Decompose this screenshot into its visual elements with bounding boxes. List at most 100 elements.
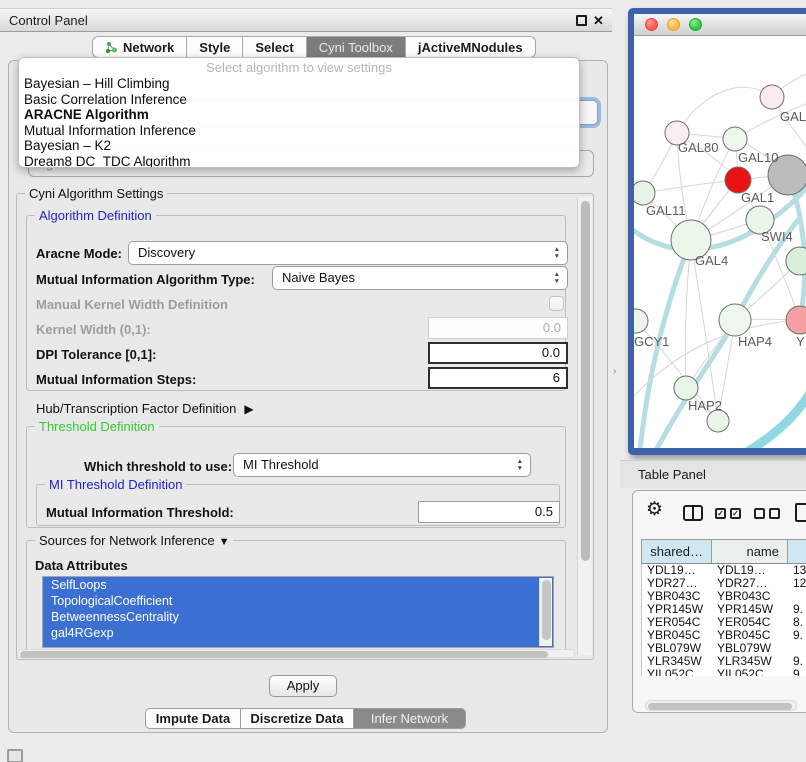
mi-threshold-field[interactable]: 0.5 (418, 501, 560, 523)
table-row[interactable]: YBL079WYBL079W (642, 642, 806, 655)
data-attributes-label: Data Attributes (35, 558, 128, 573)
table-cell: YLR345W (642, 655, 712, 668)
tab-network[interactable]: Network (92, 36, 187, 58)
settings-hscroll-thumb[interactable] (20, 651, 548, 658)
table-row[interactable]: YER054CYER054C8. (642, 616, 806, 629)
table-row[interactable]: YLR345WYLR345W9. (642, 655, 806, 668)
manual-kernel-checkbox[interactable] (549, 296, 564, 311)
minimize-traffic-light[interactable] (667, 18, 680, 31)
tab-discretize-data[interactable]: Discretize Data (241, 708, 354, 729)
apply-button[interactable]: Apply (269, 675, 337, 697)
node-bottom-small[interactable] (707, 410, 729, 432)
mi-type-select[interactable]: Naive Bayes ▲▼ (272, 266, 568, 290)
column-header-shared[interactable]: shared… (642, 540, 712, 563)
algorithm-option-aracne-algorithm[interactable]: ARACNE Algorithm (19, 107, 579, 123)
data-attribute-item[interactable] (43, 641, 553, 648)
close-traffic-light[interactable] (645, 18, 658, 31)
node-gal10[interactable] (723, 127, 747, 151)
collapse-arrow-icon[interactable]: ▼ (219, 536, 230, 548)
tab-cyni-toolbox[interactable]: Cyni Toolbox (307, 36, 406, 58)
which-threshold-select[interactable]: MI Threshold ▲▼ (233, 453, 531, 477)
table-cell (788, 590, 806, 603)
document-icon[interactable] (795, 503, 806, 522)
node-gal-top[interactable] (760, 85, 784, 109)
float-window-icon[interactable] (576, 15, 587, 26)
checked-box-icon[interactable]: ✓ (715, 508, 726, 519)
sources-group-title: Sources for Network Inference▼ (35, 533, 233, 548)
table-cell (788, 642, 806, 655)
table-cell: 12 (788, 577, 806, 590)
tab-impute-data[interactable]: Impute Data (145, 708, 241, 729)
mi-steps-field[interactable]: 6 (428, 367, 568, 389)
algorithm-definition-title: Algorithm Definition (35, 208, 156, 223)
table-header: shared…name (641, 539, 806, 564)
algorithm-option-basic-correlation-inference[interactable]: Basic Correlation Inference (19, 92, 579, 108)
panel-grip-icon[interactable] (7, 749, 23, 762)
bottom-tabs: Impute DataDiscretize DataInfer Network (145, 708, 466, 729)
node-gal11[interactable] (634, 181, 655, 205)
table-row[interactable]: YBR043CYBR043C (642, 590, 806, 603)
kernel-width-field[interactable]: 0.0 (428, 317, 568, 339)
data-attributes-list[interactable]: SelfLoopsTopologicalCoefficientBetweenne… (42, 576, 554, 648)
data-attribute-item[interactable]: gal4RGexp (43, 625, 553, 641)
table-hscroll-thumb[interactable] (648, 703, 792, 710)
kernel-width-label: Kernel Width (0,1): (36, 322, 151, 337)
algorithm-option-dream8-dc-tdc-algorithm[interactable]: Dream8 DC_TDC Algorithm (19, 154, 579, 169)
which-threshold-label: Which threshold to use: (84, 459, 232, 474)
aracne-mode-value: Discovery (138, 245, 195, 260)
zoom-traffic-light[interactable] (689, 18, 702, 31)
gear-icon[interactable]: ⚙ (646, 498, 663, 521)
mi-steps-label: Mutual Information Steps: (36, 372, 196, 387)
tab-select[interactable]: Select (243, 36, 306, 58)
algorithm-option-bayesian-k2[interactable]: Bayesian – K2 (19, 138, 579, 154)
algorithm-option-mutual-information-inference[interactable]: Mutual Information Inference (19, 123, 579, 139)
dpi-tolerance-field[interactable]: 0.0 (428, 342, 568, 364)
column-header-clipped[interactable] (788, 540, 806, 563)
table-row[interactable]: YDL19…YDL19…13 (642, 564, 806, 577)
settings-vertical-scrollbar[interactable] (577, 197, 592, 655)
unchecked-box-icon[interactable] (769, 508, 780, 519)
aracne-mode-select[interactable]: Discovery ▲▼ (128, 241, 568, 265)
table-row[interactable]: YBR045CYBR045C9. (642, 629, 806, 642)
table-row[interactable]: YDR27…YDR27…12 (642, 577, 806, 590)
data-attribute-item[interactable]: BetweennessCentrality (43, 609, 553, 625)
node-label-gal: GAL (780, 109, 806, 124)
table-cell: YBR043C (642, 590, 712, 603)
screen: Control Panel ✕ NetworkStyleSelectCyni T… (0, 0, 806, 762)
tab-infer-network[interactable]: Infer Network (354, 708, 466, 729)
aracne-mode-label: Aracne Mode: (36, 246, 122, 261)
control-panel-title: Control Panel (0, 13, 576, 28)
hub-definition-toggle[interactable]: Hub/Transcription Factor Definition▶ (36, 401, 254, 416)
table-cell: YBR045C (642, 629, 712, 642)
unchecked-box-icon[interactable] (754, 508, 765, 519)
node-salmon[interactable] (786, 306, 806, 334)
close-icon[interactable]: ✕ (593, 14, 606, 27)
algorithm-option-bayesian-hill-climbing[interactable]: Bayesian – Hill Climbing (19, 76, 579, 92)
list-scrollbar[interactable] (539, 578, 552, 646)
table-row[interactable]: YPR145WYPR145W9. (642, 603, 806, 616)
column-header-name[interactable]: name (712, 540, 788, 563)
node-gcy1[interactable] (634, 309, 648, 333)
tab-jactivemnodules[interactable]: jActiveMNodules (406, 36, 536, 58)
checked-box-icon[interactable]: ✓ (730, 508, 741, 519)
network-canvas[interactable]: GALGAL80GAL10GAL1GAL11SWI4GAL4GCY1HAP4YH… (634, 36, 806, 448)
stepper-arrows-icon: ▲▼ (517, 458, 523, 472)
node-hap4[interactable] (719, 304, 751, 336)
table-cell: 13 (788, 564, 806, 577)
dpi-tolerance-label: DPI Tolerance [0,1]: (36, 347, 156, 362)
table-horizontal-scrollbar[interactable] (645, 700, 797, 711)
dropdown-placeholder: Select algorithm to view settings (19, 60, 579, 76)
split-view-icon[interactable] (683, 505, 703, 521)
node-hap2[interactable] (674, 376, 698, 400)
table-cell: YIL052C (642, 668, 712, 676)
settings-horizontal-scrollbar[interactable] (17, 649, 575, 658)
data-attribute-item[interactable]: TopologicalCoefficient (43, 593, 553, 609)
settings-vscroll-thumb[interactable] (581, 201, 590, 561)
list-scrollbar-thumb[interactable] (542, 580, 551, 640)
tab-style[interactable]: Style (187, 36, 243, 58)
data-attribute-item[interactable]: SelfLoops (43, 577, 553, 593)
data-attributes-items: SelfLoopsTopologicalCoefficientBetweenne… (43, 577, 553, 648)
panel-resize-handle[interactable]: › (613, 366, 616, 377)
table-panel-title: Table Panel (620, 467, 706, 482)
table-row[interactable]: YIL052CYIL052C9. (642, 668, 806, 676)
